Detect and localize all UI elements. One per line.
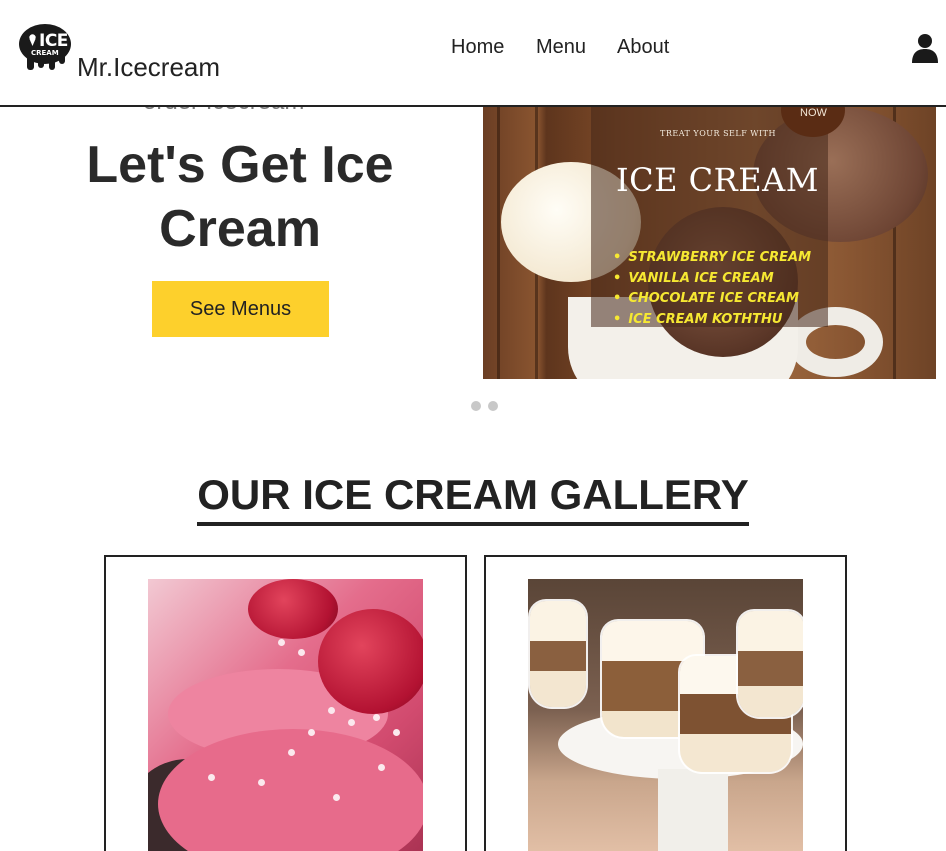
- logo-drip: [59, 54, 65, 64]
- logo-subtext: CREAM: [31, 49, 59, 57]
- gallery-card[interactable]: [104, 555, 467, 851]
- carousel-indicators: [471, 401, 498, 411]
- poster-tagline: TREAT YOUR SELF WITH: [660, 129, 776, 138]
- now-badge-text: NOW: [800, 107, 827, 119]
- logo-text: ICE: [39, 31, 68, 51]
- poster-flavor-item: CHOCOLATE ICE CREAM: [613, 289, 811, 310]
- nav-home[interactable]: Home: [451, 36, 504, 59]
- gallery-title: OUR ICE CREAM GALLERY: [197, 470, 749, 526]
- see-menus-button[interactable]: See Menus: [152, 281, 329, 337]
- poster-flavor-list: STRAWBERRY ICE CREAM VANILLA ICE CREAM C…: [613, 248, 811, 330]
- sprinkle: [298, 649, 305, 656]
- wood-plank: [497, 107, 500, 379]
- gallery-heading: OUR ICE CREAM GALLERY: [0, 470, 946, 526]
- sprinkle: [333, 794, 340, 801]
- carousel-dot-2[interactable]: [488, 401, 498, 411]
- gallery-card[interactable]: [484, 555, 847, 851]
- user-account-icon[interactable]: [911, 33, 939, 63]
- sprinkle: [328, 707, 335, 714]
- hero-title: Let's Get Ice Cream: [86, 136, 394, 258]
- nav-menu[interactable]: Menu: [536, 36, 586, 59]
- logo-drip: [49, 56, 55, 70]
- sprinkle: [373, 714, 380, 721]
- logo-drip: [38, 56, 44, 68]
- gallery-image-trifle[interactable]: [528, 579, 803, 851]
- logo[interactable]: ICE CREAM: [19, 24, 71, 70]
- nav-about[interactable]: About: [617, 36, 669, 59]
- sprinkle: [208, 774, 215, 781]
- raspberry: [318, 609, 423, 714]
- poster-flavor-item: VANILLA ICE CREAM: [613, 269, 811, 290]
- ice-cream-cone-icon: [29, 34, 36, 46]
- carousel-dot-1[interactable]: [471, 401, 481, 411]
- site-header: ICE CREAM Mr.Icecream Home Menu About: [0, 0, 946, 107]
- poster-headline: ICE CREAM: [616, 161, 819, 199]
- poster-flavor-item: STRAWBERRY ICE CREAM: [613, 248, 811, 269]
- sprinkle: [348, 719, 355, 726]
- sprinkle: [278, 639, 285, 646]
- raspberry: [248, 579, 338, 639]
- sprinkle: [288, 749, 295, 756]
- brand-name[interactable]: Mr.Icecream: [77, 52, 220, 83]
- sprinkle: [378, 764, 385, 771]
- sprinkle: [258, 779, 265, 786]
- cake-stand-base: [658, 769, 728, 851]
- trifle-glass: [736, 609, 803, 719]
- poster-flavor-item: ICE CREAM KOTHTHU: [613, 310, 811, 331]
- trifle-glass: [528, 599, 588, 709]
- sprinkle: [393, 729, 400, 736]
- sprinkle: [308, 729, 315, 736]
- gallery-image-cupcake[interactable]: [148, 579, 423, 851]
- hero-carousel-image[interactable]: NOW TREAT YOUR SELF WITH ICE CREAM STRAW…: [483, 107, 936, 379]
